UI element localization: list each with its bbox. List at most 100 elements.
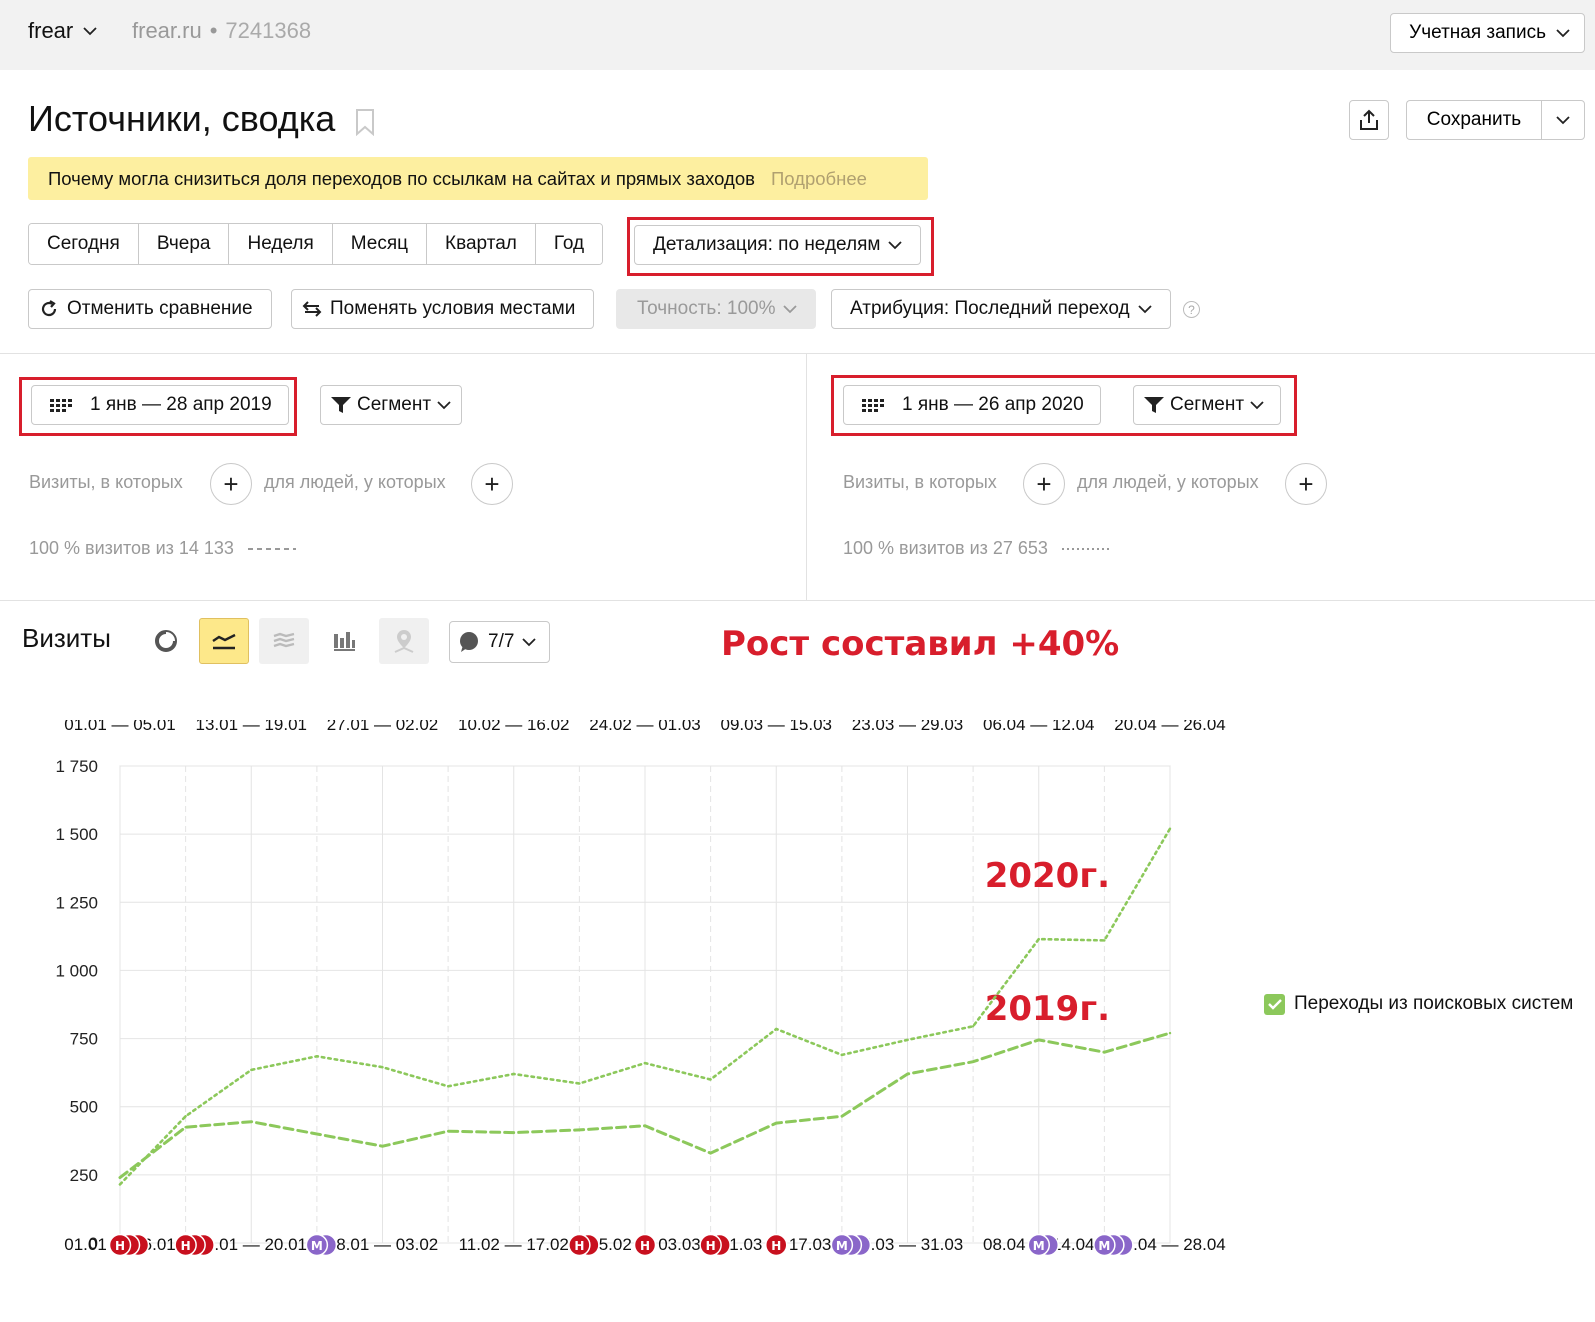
data-point: [775, 1121, 778, 1125]
chevron-down-icon: [783, 304, 798, 313]
period-month[interactable]: Месяц: [332, 224, 428, 264]
pie-chart-icon: [155, 630, 177, 652]
data-point: [1103, 939, 1106, 942]
calendar-icon: [50, 399, 72, 412]
swap-conditions-button[interactable]: Поменять условия местами: [291, 289, 595, 329]
dashed-line-icon: [247, 547, 296, 550]
visits-share-text: 100 % визитов из 14 133: [29, 538, 234, 558]
add-people-condition-button[interactable]: +: [1285, 463, 1327, 505]
chevron-down-icon: [1556, 28, 1570, 37]
chart-title: Визиты: [22, 623, 111, 653]
note-letter: Н: [640, 1239, 650, 1253]
checkbox-icon[interactable]: [1264, 993, 1285, 1015]
bar-chart-button[interactable]: [319, 618, 369, 664]
y-tick-label: 1 000: [55, 961, 98, 980]
pie-chart-button[interactable]: [141, 618, 191, 664]
line-chart-button[interactable]: [199, 618, 249, 664]
site-info: frear.ru • 7241368: [132, 18, 311, 44]
counter-name: frear: [28, 18, 74, 43]
detail-dropdown[interactable]: Детализация: по неделям: [634, 225, 921, 265]
x-tick-label-top: 20.04 — 26.04: [1114, 720, 1226, 734]
note-letter: Н: [771, 1239, 781, 1253]
period-quarter[interactable]: Квартал: [427, 224, 536, 264]
attribution-dropdown[interactable]: Атрибуция: Последний переход: [831, 289, 1171, 329]
swap-icon: [302, 301, 322, 317]
legend-label: Переходы из поисковых систем: [1294, 993, 1574, 1014]
divider: [0, 600, 1595, 601]
segment-label: Сегмент: [357, 394, 432, 415]
data-point: [184, 1115, 187, 1118]
help-icon[interactable]: ?: [1183, 301, 1200, 318]
period-yesterday[interactable]: Вчера: [138, 224, 230, 264]
filter-icon: [1144, 397, 1164, 413]
cancel-compare-label: Отменить сравнение: [67, 298, 253, 319]
visits-condition-label: Визиты, в которых: [843, 472, 997, 492]
note-marker: М: [830, 1233, 872, 1257]
visits-share: 100 % визитов из 27 653: [843, 538, 1110, 559]
series-annotation: 2020г.: [985, 856, 1110, 896]
export-button[interactable]: [1349, 100, 1389, 140]
date-range-label: 1 янв — 26 апр 2020: [902, 394, 1084, 415]
segment-label: Сегмент: [1170, 394, 1245, 415]
data-point: [118, 1176, 122, 1179]
x-tick-label-top: 06.04 — 12.04: [983, 720, 1095, 734]
x-tick-label-top: 13.01 — 19.01: [195, 720, 307, 734]
note-letter: Н: [115, 1239, 125, 1253]
bookmark-icon[interactable]: [355, 108, 375, 136]
calendar-icon: [862, 399, 884, 412]
people-condition-label: для людей, у которых: [1077, 472, 1259, 492]
data-point: [906, 1038, 909, 1042]
note-marker: Н: [174, 1233, 215, 1257]
bar-chart-icon: [334, 632, 355, 651]
filter-icon: [331, 397, 351, 413]
period-week[interactable]: Неделя: [229, 224, 333, 264]
y-tick-label: 500: [70, 1098, 98, 1117]
accuracy-dropdown[interactable]: Точность: 100%: [616, 289, 817, 329]
speech-bubble-icon: [460, 632, 478, 652]
date-range-button-2019[interactable]: 1 янв — 28 апр 2019: [31, 385, 289, 425]
x-tick-label-bottom: 28.01 — 03.02: [327, 1235, 439, 1254]
note-letter: М: [311, 1239, 323, 1253]
note-marker: Н: [568, 1233, 600, 1257]
notes-button[interactable]: 7/7: [449, 621, 550, 663]
note-marker: Н: [765, 1233, 788, 1257]
segment-button-left[interactable]: Сегмент: [320, 385, 463, 425]
notice-more-link[interactable]: Подробнее: [771, 168, 867, 190]
site-domain: frear.ru: [132, 18, 202, 43]
period-today[interactable]: Сегодня: [29, 224, 139, 264]
note-marker: Н: [108, 1233, 150, 1257]
y-tick-label: 250: [70, 1166, 98, 1185]
visits-chart: 02505007501 0001 2501 5001 75001.01 — 05…: [55, 720, 1226, 1257]
add-people-condition-button[interactable]: +: [471, 463, 513, 505]
period-selector: Сегодня Вчера Неделя Месяц Квартал Год: [28, 223, 604, 265]
data-point: [512, 1072, 515, 1076]
visits-condition-label: Визиты, в которых: [29, 472, 183, 492]
chart-legend[interactable]: Переходы из поисковых систем: [1264, 993, 1573, 1015]
add-visit-condition-button[interactable]: +: [210, 463, 252, 505]
data-point: [709, 1078, 712, 1081]
counter-switcher[interactable]: frear: [28, 18, 97, 44]
data-point: [840, 1115, 844, 1118]
separator-dot: •: [209, 18, 218, 43]
chevron-down-icon: [1556, 115, 1570, 124]
chevron-down-icon: [83, 26, 97, 35]
divider: [0, 353, 1595, 354]
account-button[interactable]: Учетная запись: [1390, 13, 1585, 53]
top-bar: frear frear.ru • 7241368 Учетная запись: [0, 0, 1595, 70]
chevron-down-icon: [437, 400, 451, 409]
save-button[interactable]: Сохранить: [1406, 100, 1541, 140]
map-button[interactable]: [379, 618, 429, 664]
y-tick-label: 1 250: [55, 893, 98, 912]
data-point: [840, 1053, 844, 1057]
cancel-compare-button[interactable]: Отменить сравнение: [28, 289, 272, 329]
area-chart-button[interactable]: [259, 618, 309, 664]
date-range-button-2020[interactable]: 1 янв — 26 апр 2020: [843, 385, 1101, 425]
data-point: [709, 1151, 712, 1155]
save-options-button[interactable]: [1541, 100, 1585, 140]
note-letter: Н: [574, 1239, 584, 1253]
period-year[interactable]: Год: [535, 224, 603, 264]
data-point: [1037, 1038, 1040, 1042]
add-visit-condition-button[interactable]: +: [1023, 463, 1065, 505]
segment-button-right[interactable]: Сегмент: [1133, 385, 1281, 425]
divider: [806, 353, 807, 601]
